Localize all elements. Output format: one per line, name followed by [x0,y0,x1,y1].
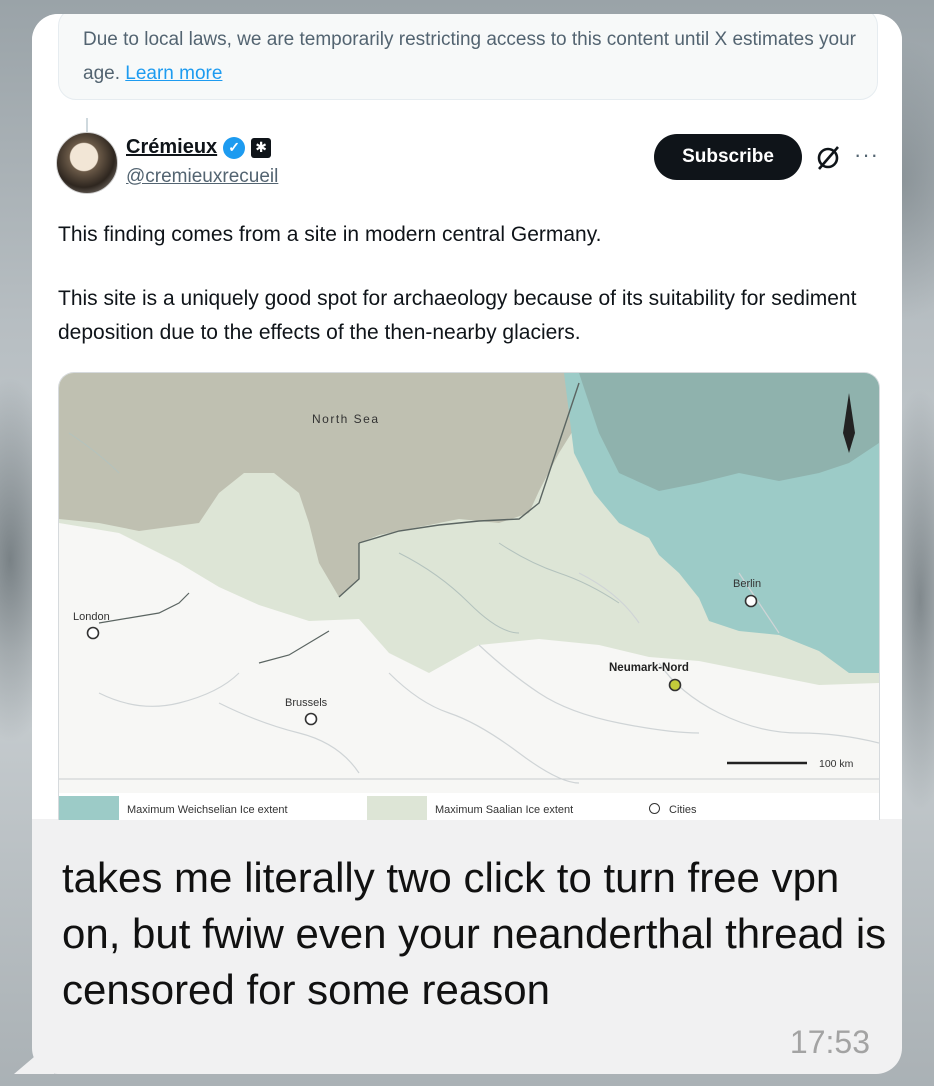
tweet-body: This finding comes from a site in modern… [58,218,888,350]
london-marker [86,626,100,640]
neumark-nord-marker [668,678,682,692]
author-handle[interactable]: @cremieuxrecueil [126,166,278,188]
message-text: takes me literally two click to turn fre… [62,854,887,1013]
thread-connector [86,118,88,132]
berlin-marker [744,594,758,608]
message-timestamp: 17:53 [789,1024,870,1060]
affiliation-badge-icon: ✱ [251,137,272,158]
brussels-label: Brussels [285,697,328,709]
tweet-screenshot: Due to local laws, we are temporarily re… [32,14,902,820]
verified-badge-icon: ✓ [223,136,246,159]
learn-more-link[interactable]: Learn more [125,63,222,84]
more-options-icon[interactable]: ··· [854,142,879,168]
tweet-map-image[interactable]: North Sea London Brussels Berlin Neumark… [58,372,880,820]
brussels-marker [304,712,318,726]
saalian-legend-label: Maximum Saalian Ice extent [435,804,574,816]
scale-label: 100 km [819,758,854,770]
north-sea-label: North Sea [312,412,380,426]
avatar[interactable] [56,132,118,194]
tweet-paragraph: This finding comes from a site in modern… [58,223,602,246]
age-restriction-notice: Due to local laws, we are temporarily re… [58,14,878,100]
subscribe-button[interactable]: Subscribe [654,134,802,180]
ice-extent-map: North Sea London Brussels Berlin Neumark… [59,373,879,793]
weichselian-swatch [59,796,119,820]
cities-legend-label: Cities [669,804,697,816]
neumark-nord-label: Neumark-Nord [609,662,689,674]
author-name-row: Crémieux ✓ ✱ [126,136,272,159]
grok-icon[interactable] [814,144,842,172]
cities-legend-icon [649,803,660,814]
saalian-swatch [367,796,427,820]
tweet-paragraph: This site is a uniquely good spot for ar… [58,287,857,344]
weichselian-legend-label: Maximum Weichselian Ice extent [127,804,288,816]
chat-message-bubble[interactable]: Due to local laws, we are temporarily re… [32,14,902,1074]
berlin-label: Berlin [733,578,761,590]
map-legend: Maximum Weichselian Ice extent Maximum S… [59,793,879,820]
author-name[interactable]: Crémieux [126,136,217,159]
london-label: London [73,611,110,623]
